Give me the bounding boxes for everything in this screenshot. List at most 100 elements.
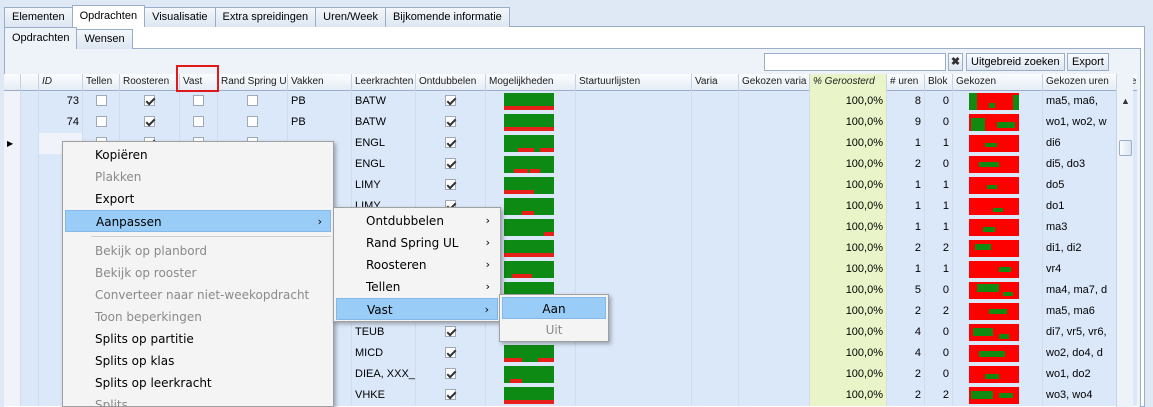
cell-gekozen-uren[interactable]: di6 xyxy=(1043,133,1120,154)
cell-mogelijkheden[interactable] xyxy=(486,133,576,154)
cell-uren[interactable]: 1 xyxy=(887,196,925,217)
cell-pct-geroosterd[interactable]: 100,0% xyxy=(810,259,887,280)
cell-roosteren[interactable] xyxy=(120,91,180,112)
menu-item-export[interactable]: Export xyxy=(65,188,331,210)
cell-leerkrachten[interactable]: MICD xyxy=(352,343,416,364)
cell-uren[interactable]: 2 xyxy=(887,301,925,322)
cell-gekozen-uren[interactable]: do1 xyxy=(1043,196,1120,217)
header-tellen[interactable]: Tellen xyxy=(83,74,120,91)
cell-startuurlijsten[interactable] xyxy=(576,196,692,217)
header-gekozen-uren[interactable]: Gekozen uren xyxy=(1043,74,1120,91)
header-ontdubbelen[interactable]: Ontdubbelen xyxy=(416,74,486,91)
cell-vakken[interactable]: PB xyxy=(288,112,352,133)
cell-gekozen-uren[interactable]: do5 xyxy=(1043,175,1120,196)
cell-uren[interactable]: 1 xyxy=(887,259,925,280)
cell-varia[interactable] xyxy=(692,91,739,112)
menu-item-aanpassen[interactable]: Aanpassen › xyxy=(65,210,331,232)
row-indicator[interactable] xyxy=(4,238,21,259)
cell-varia[interactable] xyxy=(692,280,739,301)
checkbox[interactable] xyxy=(445,179,456,190)
cell-gekozen-uren[interactable]: ma5, ma6, xyxy=(1043,91,1120,112)
row-indicator[interactable] xyxy=(4,385,21,406)
cell-vakken[interactable]: PB xyxy=(288,91,352,112)
cell-gekozen[interactable] xyxy=(953,91,1043,112)
row-indicator[interactable] xyxy=(4,343,21,364)
cell-startuurlijsten[interactable] xyxy=(576,217,692,238)
header-gekozen-varia[interactable]: Gekozen varia xyxy=(739,74,810,91)
menu-item-plakken[interactable]: Plakken xyxy=(65,166,331,188)
tab-sub-wensen[interactable]: Wensen xyxy=(76,29,133,49)
cell-gekozen-varia[interactable] xyxy=(739,154,810,175)
search-input[interactable] xyxy=(764,53,946,71)
cell-rand-spring[interactable] xyxy=(218,112,288,133)
row-indicator[interactable] xyxy=(4,301,21,322)
row-blank[interactable] xyxy=(21,154,39,175)
tab-uren-week[interactable]: Uren/Week xyxy=(315,7,386,27)
cell-uren[interactable]: 2 xyxy=(887,364,925,385)
row-blank[interactable] xyxy=(21,133,39,154)
cell-leerkrachten[interactable]: ENGL xyxy=(352,133,416,154)
menu-item-splits-op-leerkracht[interactable]: Splits op leerkracht xyxy=(65,372,331,394)
row-blank[interactable] xyxy=(21,385,39,406)
submenu-item-vast[interactable]: Vast › xyxy=(336,298,498,320)
cell-id[interactable]: 74 xyxy=(39,112,83,133)
row-indicator[interactable] xyxy=(4,364,21,385)
cell-leerkrachten[interactable]: DIEA, XXX_ xyxy=(352,364,416,385)
checkbox[interactable] xyxy=(445,368,456,379)
checkbox[interactable] xyxy=(445,347,456,358)
row-indicator[interactable] xyxy=(4,112,21,133)
cell-uren[interactable]: 4 xyxy=(887,322,925,343)
cell-gekozen-varia[interactable] xyxy=(739,175,810,196)
cell-mogelijkheden[interactable] xyxy=(486,175,576,196)
submenu-item-roosteren[interactable]: Roosteren › xyxy=(336,254,498,276)
row-indicator[interactable] xyxy=(4,196,21,217)
cell-gekozen-varia[interactable] xyxy=(739,364,810,385)
cell-ontdubbelen[interactable] xyxy=(416,343,486,364)
cell-gekozen[interactable] xyxy=(953,217,1043,238)
cell-gekozen-varia[interactable] xyxy=(739,343,810,364)
cell-blok[interactable]: 0 xyxy=(925,343,953,364)
menu-item-bekijk-op-rooster[interactable]: Bekijk op rooster xyxy=(65,262,331,284)
cell-pct-geroosterd[interactable]: 100,0% xyxy=(810,385,887,406)
cell-ontdubbelen[interactable] xyxy=(416,133,486,154)
cell-blok[interactable]: 1 xyxy=(925,196,953,217)
cell-gekozen-uren[interactable]: di5, do3 xyxy=(1043,154,1120,175)
submenu-vast-aan[interactable]: Aan xyxy=(502,297,606,319)
row-indicator[interactable] xyxy=(4,175,21,196)
scroll-up-icon[interactable]: ▲ xyxy=(1118,94,1133,108)
cell-blok[interactable]: 0 xyxy=(925,154,953,175)
cell-blok[interactable]: 2 xyxy=(925,385,953,406)
cell-gekozen-uren[interactable]: di7, vr5, vr6, xyxy=(1043,322,1120,343)
cell-uren[interactable]: 1 xyxy=(887,217,925,238)
cell-gekozen-uren[interactable]: ma3 xyxy=(1043,217,1120,238)
header-roosteren[interactable]: Roosteren xyxy=(120,74,180,91)
cell-id[interactable]: 73 xyxy=(39,91,83,112)
cell-varia[interactable] xyxy=(692,175,739,196)
row-blank[interactable] xyxy=(21,91,39,112)
cell-vast[interactable] xyxy=(180,112,218,133)
row-blank[interactable] xyxy=(21,196,39,217)
row-indicator[interactable] xyxy=(4,259,21,280)
advanced-search-button[interactable]: Uitgebreid zoeken xyxy=(966,53,1065,71)
cell-uren[interactable]: 1 xyxy=(887,175,925,196)
cell-ontdubbelen[interactable] xyxy=(416,322,486,343)
cell-blok[interactable]: 0 xyxy=(925,322,953,343)
cell-varia[interactable] xyxy=(692,364,739,385)
header-startuurlijsten[interactable]: Startuurlijsten xyxy=(576,74,692,91)
row-indicator[interactable] xyxy=(4,91,21,112)
cell-blok[interactable]: 1 xyxy=(925,133,953,154)
cell-gekozen[interactable] xyxy=(953,301,1043,322)
cell-mogelijkheden[interactable] xyxy=(486,154,576,175)
cell-gekozen-uren[interactable]: ma4, ma7, d xyxy=(1043,280,1120,301)
menu-item-kopi-ren[interactable]: Kopiëren xyxy=(65,144,331,166)
cell-varia[interactable] xyxy=(692,301,739,322)
cell-gekozen[interactable] xyxy=(953,280,1043,301)
cell-blok[interactable]: 2 xyxy=(925,301,953,322)
cell-rand-spring[interactable] xyxy=(218,91,288,112)
cell-pct-geroosterd[interactable]: 100,0% xyxy=(810,322,887,343)
cell-gekozen-varia[interactable] xyxy=(739,259,810,280)
cell-startuurlijsten[interactable] xyxy=(576,154,692,175)
cell-pct-geroosterd[interactable]: 100,0% xyxy=(810,280,887,301)
cell-gekozen-varia[interactable] xyxy=(739,280,810,301)
cell-blok[interactable]: 2 xyxy=(925,238,953,259)
